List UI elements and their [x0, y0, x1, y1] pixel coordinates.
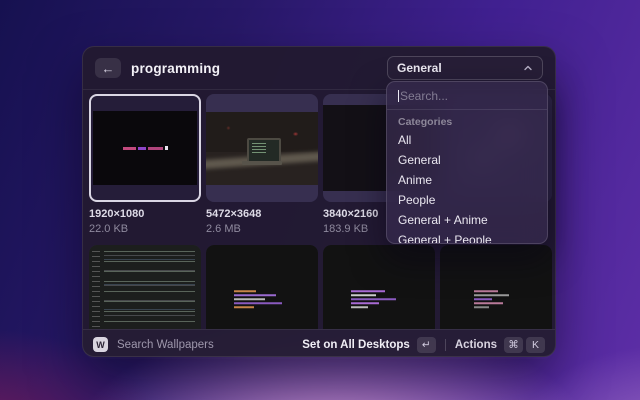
wallpaper-image	[323, 245, 435, 329]
wallpaper-tile	[89, 245, 201, 329]
dropdown-item-people[interactable]: People	[387, 190, 547, 210]
actions-button[interactable]: Actions	[455, 339, 497, 351]
page-title: programming	[131, 61, 220, 76]
dropdown-item-general-anime[interactable]: General + Anime	[387, 210, 547, 230]
wallpaper-tile	[440, 245, 552, 329]
dropdown-search-row[interactable]	[387, 82, 547, 110]
category-dropdown-panel: Categories AllGeneralAnimePeopleGeneral …	[386, 81, 548, 244]
dropdown-item-all[interactable]: All	[387, 130, 547, 150]
filesize-label: 2.6 MB	[206, 223, 318, 235]
app-label: Search Wallpapers	[117, 339, 214, 351]
wallpaper-thumbnail[interactable]	[206, 245, 318, 329]
return-key-icon: ↵	[417, 337, 436, 353]
chevron-up-icon	[523, 63, 533, 73]
wallpaper-image	[93, 111, 197, 185]
resolution-label: 5472×3648	[206, 208, 318, 220]
dropdown-search-input[interactable]	[400, 89, 536, 103]
wallpaper-tile: 1920×1080 22.0 KB	[89, 94, 201, 234]
wallpaper-tile	[206, 245, 318, 329]
wallpaper-thumbnail[interactable]	[323, 245, 435, 329]
wallpaper-image	[89, 245, 201, 329]
dropdown-item-general-people[interactable]: General + People	[387, 230, 547, 244]
category-filter-value: General	[397, 61, 523, 75]
footer-divider	[445, 339, 446, 351]
wallpaper-thumbnail-selected[interactable]	[89, 94, 201, 202]
wallpaper-tile	[323, 245, 435, 329]
command-key-icon: ⌘	[504, 337, 523, 353]
wallpaper-image	[440, 245, 552, 329]
wallpaper-tile: 5472×3648 2.6 MB	[206, 94, 318, 234]
wallpaper-image	[206, 112, 318, 185]
resolution-label: 1920×1080	[89, 208, 201, 220]
wallpapers-app-icon: W	[93, 337, 108, 352]
k-key-icon: K	[526, 337, 545, 353]
filesize-label: 22.0 KB	[89, 223, 201, 235]
dropdown-section-header: Categories	[387, 110, 547, 130]
wallpaper-thumbnail[interactable]	[89, 245, 201, 329]
dropdown-item-general[interactable]: General	[387, 150, 547, 170]
back-arrow-icon: ←	[102, 62, 115, 75]
text-cursor	[398, 90, 399, 102]
wallpaper-image	[206, 245, 318, 329]
dropdown-item-anime[interactable]: Anime	[387, 170, 547, 190]
category-filter-dropdown-button[interactable]: General	[387, 56, 543, 80]
wallpaper-app-window: ← programming General 1920×1080 22.0 KB 54…	[82, 46, 556, 357]
wallpaper-thumbnail[interactable]	[206, 94, 318, 202]
footer-bar: W Search Wallpapers Set on All Desktops …	[83, 329, 555, 359]
set-on-all-desktops-button[interactable]: Set on All Desktops	[302, 339, 410, 351]
back-button[interactable]: ←	[95, 58, 121, 78]
wallpaper-thumbnail[interactable]	[440, 245, 552, 329]
